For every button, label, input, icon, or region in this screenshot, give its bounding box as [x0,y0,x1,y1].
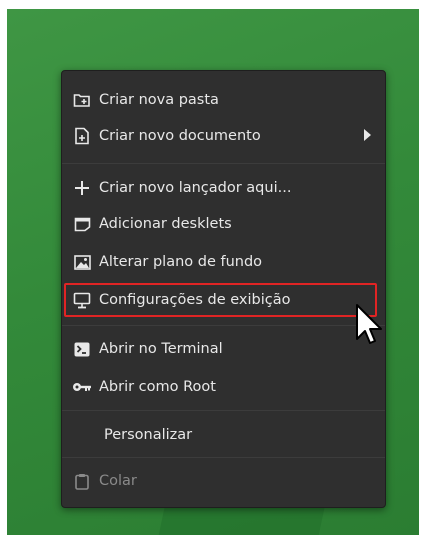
menu-item-label: Abrir no Terminal [99,341,223,357]
new-folder-icon [71,90,93,110]
clipboard-icon [71,471,93,491]
menu-item-create-launcher[interactable]: Criar novo lançador aqui... [62,169,385,207]
menu-item-change-wallpaper[interactable]: Alterar plano de fundo [62,243,385,281]
menu-item-open-terminal[interactable]: Abrir no Terminal [62,330,385,368]
menu-item-open-as-root[interactable]: Abrir como Root [62,368,385,406]
menu-item-label: Abrir como Root [99,379,216,395]
submenu-arrow-icon [364,129,371,141]
menu-item-label: Criar novo lançador aqui... [99,180,292,196]
menu-item-label: Criar nova pasta [99,92,219,108]
menu-item-label: Adicionar desklets [99,216,232,232]
menu-item-paste: Colar [62,462,385,500]
key-icon [71,377,93,397]
menu-item-label: Criar novo documento [99,128,261,144]
menu-item-label: Personalizar [104,427,193,443]
terminal-icon [71,339,93,359]
menu-item-add-desklets[interactable]: Adicionar desklets [62,205,385,243]
new-document-icon [71,126,93,146]
desklet-icon [71,214,93,234]
menu-item-customize[interactable]: Personalizar [62,416,385,454]
menu-item-create-folder[interactable]: Criar nova pasta [62,81,385,119]
menu-separator [62,410,385,411]
desktop-context-menu: Criar nova pasta Criar novo documento Cr… [61,70,386,508]
menu-item-label: Alterar plano de fundo [99,254,263,270]
menu-separator [62,325,385,326]
wallpaper-icon [71,252,93,272]
menu-item-label: Colar [99,473,137,489]
mouse-pointer-icon [355,303,385,351]
menu-separator [62,163,385,164]
highlight-box [64,283,377,317]
plus-icon [71,178,93,198]
menu-separator [62,457,385,458]
menu-item-create-document[interactable]: Criar novo documento [62,117,385,155]
